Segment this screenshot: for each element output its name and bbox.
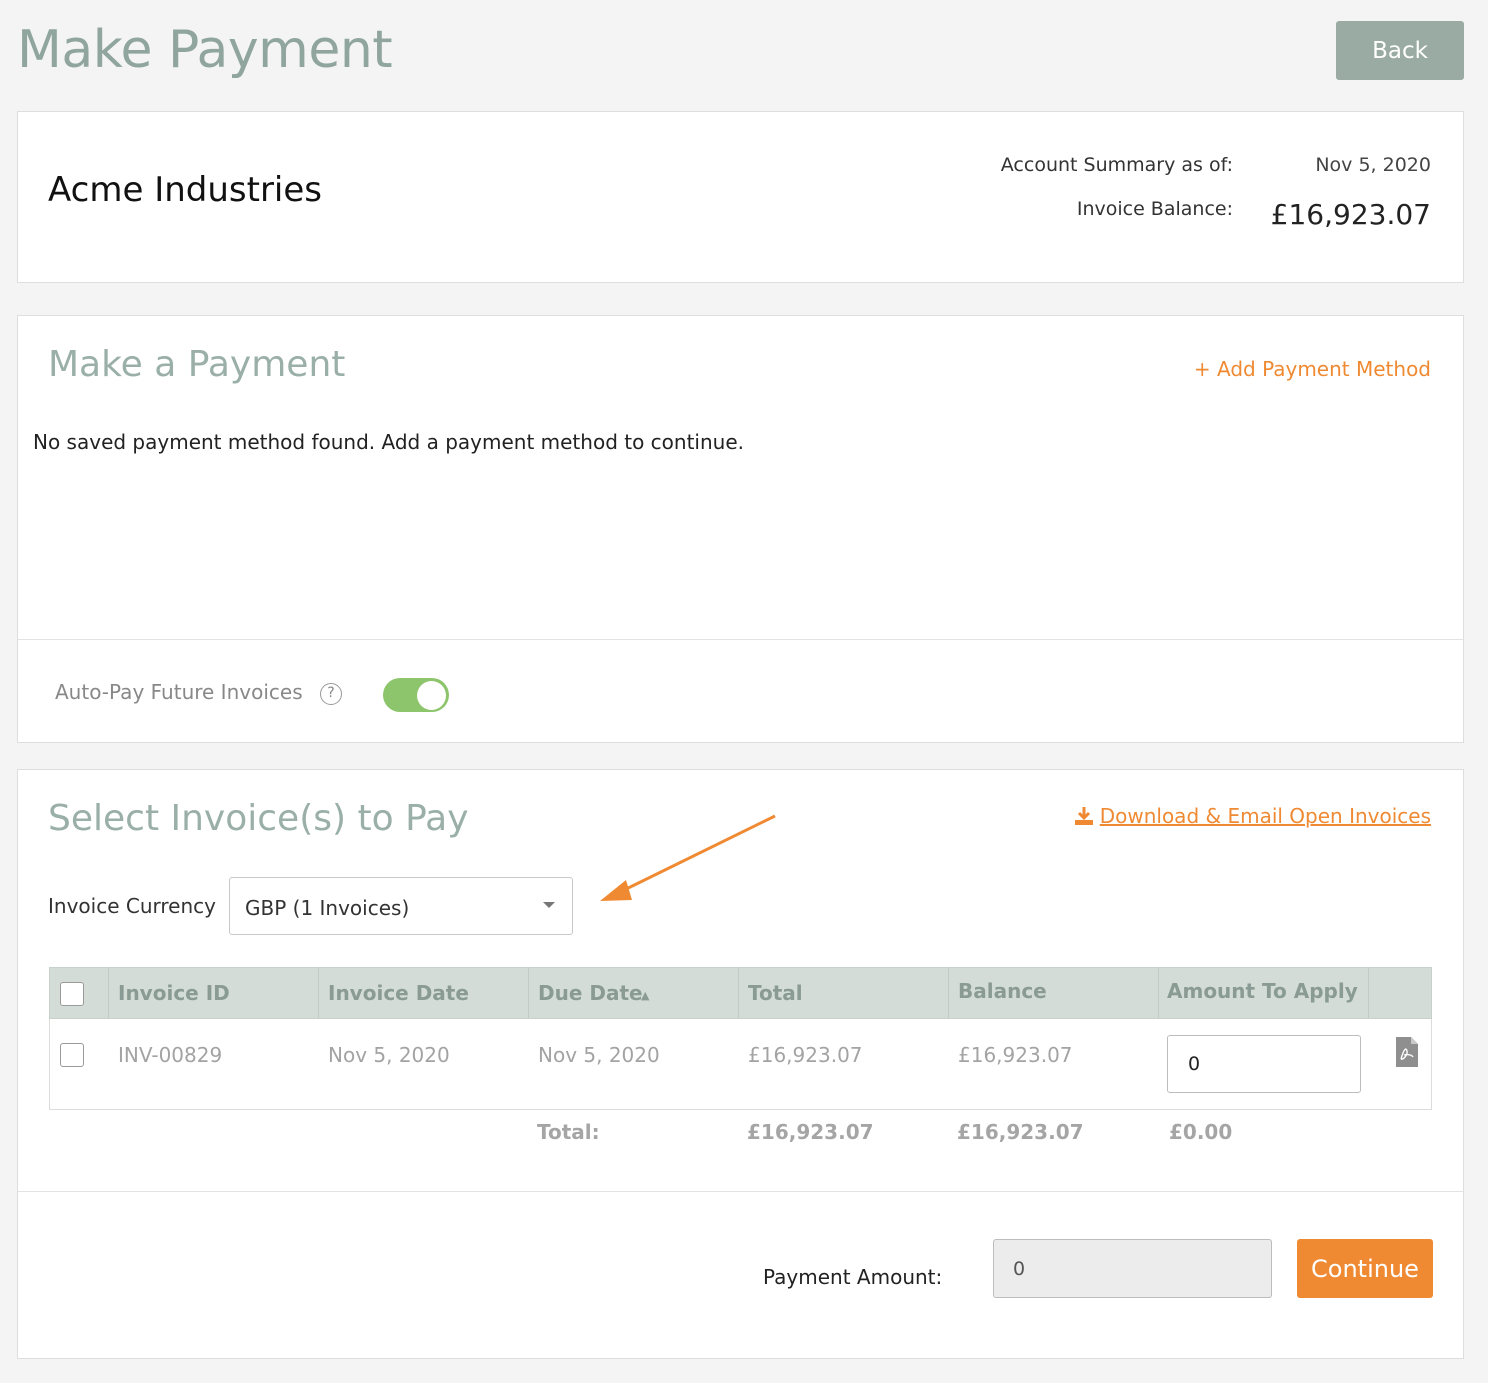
col-separator	[528, 968, 529, 1018]
col-invoice-date[interactable]: Invoice Date	[328, 981, 469, 1005]
col-separator	[318, 968, 319, 1018]
autopay-toggle[interactable]	[383, 678, 449, 712]
totals-label: Total:	[537, 1120, 600, 1144]
balance-label: Invoice Balance:	[1076, 198, 1233, 220]
annotation-arrow	[600, 814, 776, 901]
invoice-currency-label: Invoice Currency	[48, 894, 216, 918]
continue-button[interactable]: Continue	[1297, 1239, 1433, 1298]
row-invoice-date: Nov 5, 2020	[328, 1043, 450, 1067]
download-icon	[1074, 806, 1094, 826]
page-title: Make Payment	[17, 20, 393, 80]
select-all-checkbox[interactable]	[60, 982, 84, 1006]
as-of-label: Account Summary as of:	[1000, 154, 1233, 176]
payment-amount-input[interactable]	[993, 1239, 1272, 1298]
toggle-knob	[417, 681, 446, 710]
col-total[interactable]: Total	[748, 981, 803, 1005]
col-amount-to-apply: Amount To Apply	[1167, 979, 1358, 1003]
totals-balance: £16,923.07	[957, 1120, 1084, 1144]
select-invoices-title: Select Invoice(s) to Pay	[48, 798, 469, 839]
download-email-invoices-link[interactable]: Download & Email Open Invoices	[1100, 804, 1431, 828]
col-separator	[1368, 968, 1369, 1018]
no-payment-method-message: No saved payment method found. Add a pay…	[33, 430, 744, 454]
col-separator	[1158, 968, 1159, 1018]
back-button[interactable]: Back	[1336, 21, 1464, 80]
col-balance[interactable]: Balance	[958, 979, 1047, 1003]
dropdown-caret-icon	[543, 902, 555, 908]
col-due-date[interactable]: Due Date	[538, 981, 643, 1005]
amount-to-apply-input[interactable]	[1167, 1035, 1361, 1093]
account-name: Acme Industries	[48, 170, 323, 210]
section-divider	[18, 1191, 1463, 1192]
account-summary-card: Acme Industries Account Summary as of: N…	[17, 111, 1464, 283]
col-separator	[108, 968, 109, 1018]
as-of-date: Nov 5, 2020	[1315, 154, 1431, 176]
row-total: £16,923.07	[748, 1043, 863, 1067]
section-divider	[18, 639, 1463, 640]
row-due-date: Nov 5, 2020	[538, 1043, 660, 1067]
help-icon[interactable]: ?	[320, 683, 342, 705]
select-invoices-card: Select Invoice(s) to Pay Download & Emai…	[17, 769, 1464, 1359]
row-invoice-id: INV-00829	[118, 1043, 223, 1067]
table-row: INV-00829 Nov 5, 2020 Nov 5, 2020 £16,92…	[49, 1019, 1432, 1110]
download-email-link-wrap[interactable]: Download & Email Open Invoices	[1074, 804, 1431, 828]
invoice-currency-select[interactable]: GBP (1 Invoices)	[229, 877, 573, 935]
col-invoice-id[interactable]: Invoice ID	[118, 981, 230, 1005]
make-payment-title: Make a Payment	[48, 344, 346, 385]
col-separator	[948, 968, 949, 1018]
totals-total: £16,923.07	[747, 1120, 874, 1144]
invoice-currency-value: GBP (1 Invoices)	[245, 896, 410, 920]
row-checkbox[interactable]	[60, 1043, 84, 1067]
make-payment-card: Make a Payment + Add Payment Method No s…	[17, 315, 1464, 743]
add-payment-method-link[interactable]: + Add Payment Method	[1194, 357, 1431, 381]
col-separator	[738, 968, 739, 1018]
balance-value: £16,923.07	[1270, 198, 1431, 231]
row-balance: £16,923.07	[958, 1043, 1073, 1067]
sort-asc-icon: ▲	[641, 989, 650, 1002]
invoice-table-header: Invoice ID Invoice Date Due Date ▲ Total…	[49, 967, 1432, 1019]
autopay-label: Auto-Pay Future Invoices	[55, 680, 303, 704]
totals-amount: £0.00	[1169, 1120, 1233, 1144]
payment-amount-label: Payment Amount:	[763, 1265, 943, 1289]
pdf-icon[interactable]	[1396, 1037, 1418, 1071]
